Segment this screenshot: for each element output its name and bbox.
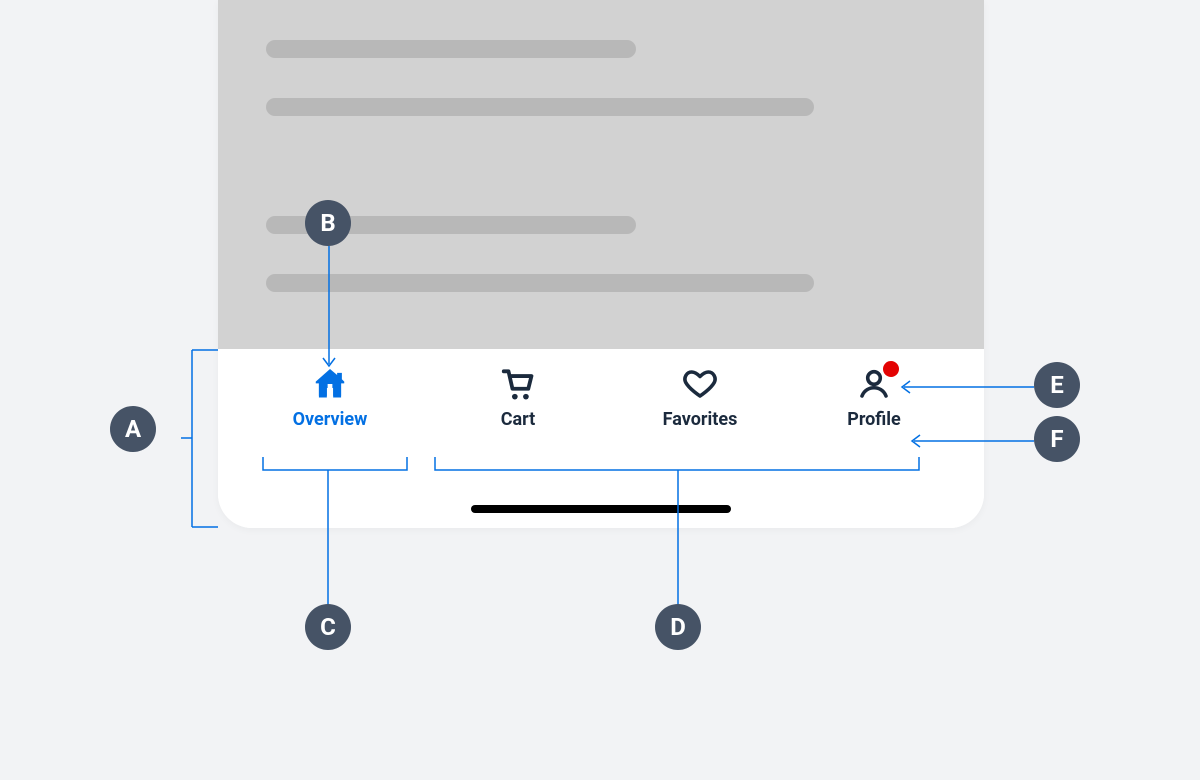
callout-line-e [896, 378, 1036, 396]
callout-b: B [305, 200, 351, 246]
tab-label-overview: Overview [293, 409, 368, 430]
callout-line-d [434, 456, 934, 626]
notification-badge [883, 361, 899, 377]
placeholder-line [266, 274, 814, 292]
callout-e: E [1034, 362, 1080, 408]
tab-cart[interactable]: Cart [474, 365, 562, 430]
callout-line-a [180, 349, 220, 549]
placeholder-line [266, 40, 636, 58]
callout-line-f [906, 432, 1036, 450]
tab-favorites[interactable]: Favorites [650, 365, 750, 430]
tab-label-cart: Cart [501, 409, 536, 430]
tab-profile[interactable]: Profile [830, 365, 918, 430]
callout-line-c [262, 456, 418, 626]
callout-a: A [110, 406, 156, 452]
callout-c: C [305, 604, 351, 650]
tab-label-profile: Profile [847, 409, 901, 430]
tab-overview[interactable]: Overview [286, 365, 374, 430]
cart-icon [499, 365, 537, 403]
callout-line-b [320, 246, 338, 372]
callout-d: D [655, 604, 701, 650]
callout-f: F [1034, 416, 1080, 462]
tab-label-favorites: Favorites [663, 409, 738, 430]
heart-icon [681, 365, 719, 403]
profile-icon [855, 365, 893, 403]
placeholder-line [266, 98, 814, 116]
